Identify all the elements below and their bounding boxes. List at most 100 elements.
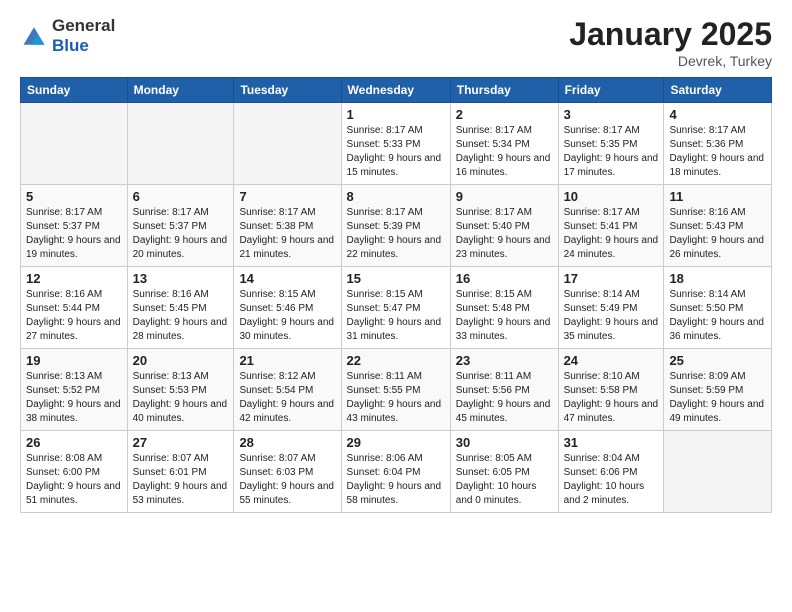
cell-sunset: Sunset: 5:49 PM: [564, 302, 659, 316]
col-friday: Friday: [558, 78, 664, 103]
cell-sunrise: Sunrise: 8:10 AM: [564, 370, 659, 384]
table-row: 22Sunrise: 8:11 AMSunset: 5:55 PMDayligh…: [341, 349, 450, 431]
cell-daylight: Daylight: 9 hours and 21 minutes.: [239, 234, 335, 262]
cell-info: Sunrise: 8:16 AMSunset: 5:43 PMDaylight:…: [669, 206, 766, 262]
cell-daylight: Daylight: 9 hours and 40 minutes.: [133, 398, 229, 426]
cell-daylight: Daylight: 9 hours and 27 minutes.: [26, 316, 122, 344]
table-row: 6Sunrise: 8:17 AMSunset: 5:37 PMDaylight…: [127, 185, 234, 267]
cell-daylight: Daylight: 9 hours and 51 minutes.: [26, 480, 122, 508]
cell-sunset: Sunset: 5:43 PM: [669, 220, 766, 234]
cell-daylight: Daylight: 9 hours and 58 minutes.: [347, 480, 445, 508]
table-row: 27 Sunrise: 8:07 AMSunset: 6:01 PMDayligh…: [127, 431, 234, 513]
calendar-table: Sunday Monday Tuesday Wednesday Thursday…: [20, 77, 772, 513]
cell-sunset: Sunset: 5:54 PM: [239, 384, 335, 398]
table-row: 19Sunrise: 8:13 AMSunset: 5:52 PMDayligh…: [21, 349, 128, 431]
cell-sunrise: Sunrise: 8:15 AM: [456, 288, 553, 302]
table-row: 11 Sunrise: 8:16 AMSunset: 5:43 PMDayligh…: [664, 185, 772, 267]
cell-day-number: 2: [456, 107, 553, 122]
cell-daylight: Daylight: 9 hours and 38 minutes.: [26, 398, 122, 426]
cell-sunset: Sunset: 5:47 PM: [347, 302, 445, 316]
cell-sunrise: Sunrise: 8:17 AM: [347, 206, 445, 220]
cell-day-number: 12: [26, 271, 122, 286]
cell-info: Sunrise: 8:14 AMSunset: 5:49 PMDaylight:…: [564, 288, 659, 344]
cell-day-number: 13: [133, 271, 229, 286]
logo-blue: Blue: [52, 36, 89, 55]
cell-sunrise: Sunrise: 8:08 AM: [26, 452, 122, 466]
cell-sunset: Sunset: 6:01 PM: [133, 466, 229, 480]
cell-daylight: Daylight: 9 hours and 22 minutes.: [347, 234, 445, 262]
cell-info: Sunrise: 8:07 AMSunset: 6:01 PMDaylight:…: [133, 452, 229, 508]
col-tuesday: Tuesday: [234, 78, 341, 103]
table-row: [234, 103, 341, 185]
cell-info: Sunrise: 8:06 AMSunset: 6:04 PMDaylight:…: [347, 452, 445, 508]
cell-sunset: Sunset: 5:40 PM: [456, 220, 553, 234]
table-row: 15Sunrise: 8:15 AMSunset: 5:47 PMDayligh…: [341, 267, 450, 349]
cell-daylight: Daylight: 9 hours and 31 minutes.: [347, 316, 445, 344]
logo-icon: [20, 22, 48, 50]
cell-info: Sunrise: 8:08 AMSunset: 6:00 PMDaylight:…: [26, 452, 122, 508]
table-row: 30Sunrise: 8:05 AMSunset: 6:05 PMDayligh…: [450, 431, 558, 513]
cell-sunrise: Sunrise: 8:17 AM: [669, 124, 766, 138]
header: General Blue January 2025 Devrek, Turkey: [20, 16, 772, 69]
cell-day-number: 31: [564, 435, 659, 450]
cell-daylight: Daylight: 9 hours and 17 minutes.: [564, 152, 659, 180]
cell-daylight: Daylight: 9 hours and 23 minutes.: [456, 234, 553, 262]
cell-info: Sunrise: 8:12 AMSunset: 5:54 PMDaylight:…: [239, 370, 335, 426]
table-row: 12Sunrise: 8:16 AMSunset: 5:44 PMDayligh…: [21, 267, 128, 349]
cell-sunset: Sunset: 5:55 PM: [347, 384, 445, 398]
table-row: 7Sunrise: 8:17 AMSunset: 5:38 PMDaylight…: [234, 185, 341, 267]
table-row: 28Sunrise: 8:07 AMSunset: 6:03 PMDayligh…: [234, 431, 341, 513]
cell-sunset: Sunset: 5:56 PM: [456, 384, 553, 398]
cell-day-number: 23: [456, 353, 553, 368]
cell-daylight: Daylight: 9 hours and 35 minutes.: [564, 316, 659, 344]
cell-sunrise: Sunrise: 8:15 AM: [239, 288, 335, 302]
table-row: 2Sunrise: 8:17 AMSunset: 5:34 PMDaylight…: [450, 103, 558, 185]
cell-day-number: 9: [456, 189, 553, 204]
table-row: 8Sunrise: 8:17 AMSunset: 5:39 PMDaylight…: [341, 185, 450, 267]
cell-info: Sunrise: 8:04 AMSunset: 6:06 PMDaylight:…: [564, 452, 659, 508]
calendar-week-row: 19Sunrise: 8:13 AMSunset: 5:52 PMDayligh…: [21, 349, 772, 431]
cell-daylight: Daylight: 9 hours and 20 minutes.: [133, 234, 229, 262]
logo: General Blue: [20, 16, 115, 56]
table-row: 5Sunrise: 8:17 AMSunset: 5:37 PMDaylight…: [21, 185, 128, 267]
table-row: 10Sunrise: 8:17 AMSunset: 5:41 PMDayligh…: [558, 185, 664, 267]
cell-day-number: 28: [239, 435, 335, 450]
cell-sunrise: Sunrise: 8:17 AM: [564, 206, 659, 220]
table-row: 25Sunrise: 8:09 AMSunset: 5:59 PMDayligh…: [664, 349, 772, 431]
cell-day-number: 10: [564, 189, 659, 204]
cell-sunrise: Sunrise: 8:11 AM: [456, 370, 553, 384]
cell-day-number: 1: [347, 107, 445, 122]
cell-sunrise: Sunrise: 8:17 AM: [239, 206, 335, 220]
cell-day-number: 27: [133, 435, 229, 450]
table-row: 17Sunrise: 8:14 AMSunset: 5:49 PMDayligh…: [558, 267, 664, 349]
cell-info: Sunrise: 8:15 AMSunset: 5:46 PMDaylight:…: [239, 288, 335, 344]
cell-sunrise: Sunrise: 8:17 AM: [456, 124, 553, 138]
cell-sunrise: Sunrise: 8:17 AM: [26, 206, 122, 220]
cell-sunset: Sunset: 5:33 PM: [347, 138, 445, 152]
cell-daylight: Daylight: 9 hours and 45 minutes.: [456, 398, 553, 426]
cell-info: Sunrise: 8:11 AMSunset: 5:56 PMDaylight:…: [456, 370, 553, 426]
table-row: 18Sunrise: 8:14 AMSunset: 5:50 PMDayligh…: [664, 267, 772, 349]
table-row: [664, 431, 772, 513]
cell-daylight: Daylight: 9 hours and 36 minutes.: [669, 316, 766, 344]
cell-day-number: 25: [669, 353, 766, 368]
cell-info: Sunrise: 8:13 AMSunset: 5:53 PMDaylight:…: [133, 370, 229, 426]
cell-daylight: Daylight: 9 hours and 33 minutes.: [456, 316, 553, 344]
cell-sunset: Sunset: 5:36 PM: [669, 138, 766, 152]
page: General Blue January 2025 Devrek, Turkey…: [0, 0, 792, 612]
cell-info: Sunrise: 8:17 AMSunset: 5:37 PMDaylight:…: [133, 206, 229, 262]
cell-daylight: Daylight: 9 hours and 47 minutes.: [564, 398, 659, 426]
table-row: 26Sunrise: 8:08 AMSunset: 6:00 PMDayligh…: [21, 431, 128, 513]
cell-day-number: 11: [669, 189, 766, 204]
table-row: 21Sunrise: 8:12 AMSunset: 5:54 PMDayligh…: [234, 349, 341, 431]
cell-daylight: Daylight: 9 hours and 43 minutes.: [347, 398, 445, 426]
cell-info: Sunrise: 8:17 AMSunset: 5:38 PMDaylight:…: [239, 206, 335, 262]
cell-day-number: 20: [133, 353, 229, 368]
cell-sunrise: Sunrise: 8:17 AM: [347, 124, 445, 138]
cell-sunrise: Sunrise: 8:15 AM: [347, 288, 445, 302]
table-row: [21, 103, 128, 185]
table-row: 13Sunrise: 8:16 AMSunset: 5:45 PMDayligh…: [127, 267, 234, 349]
cell-sunrise: Sunrise: 8:16 AM: [26, 288, 122, 302]
table-row: 24Sunrise: 8:10 AMSunset: 5:58 PMDayligh…: [558, 349, 664, 431]
cell-sunrise: Sunrise: 8:13 AM: [26, 370, 122, 384]
